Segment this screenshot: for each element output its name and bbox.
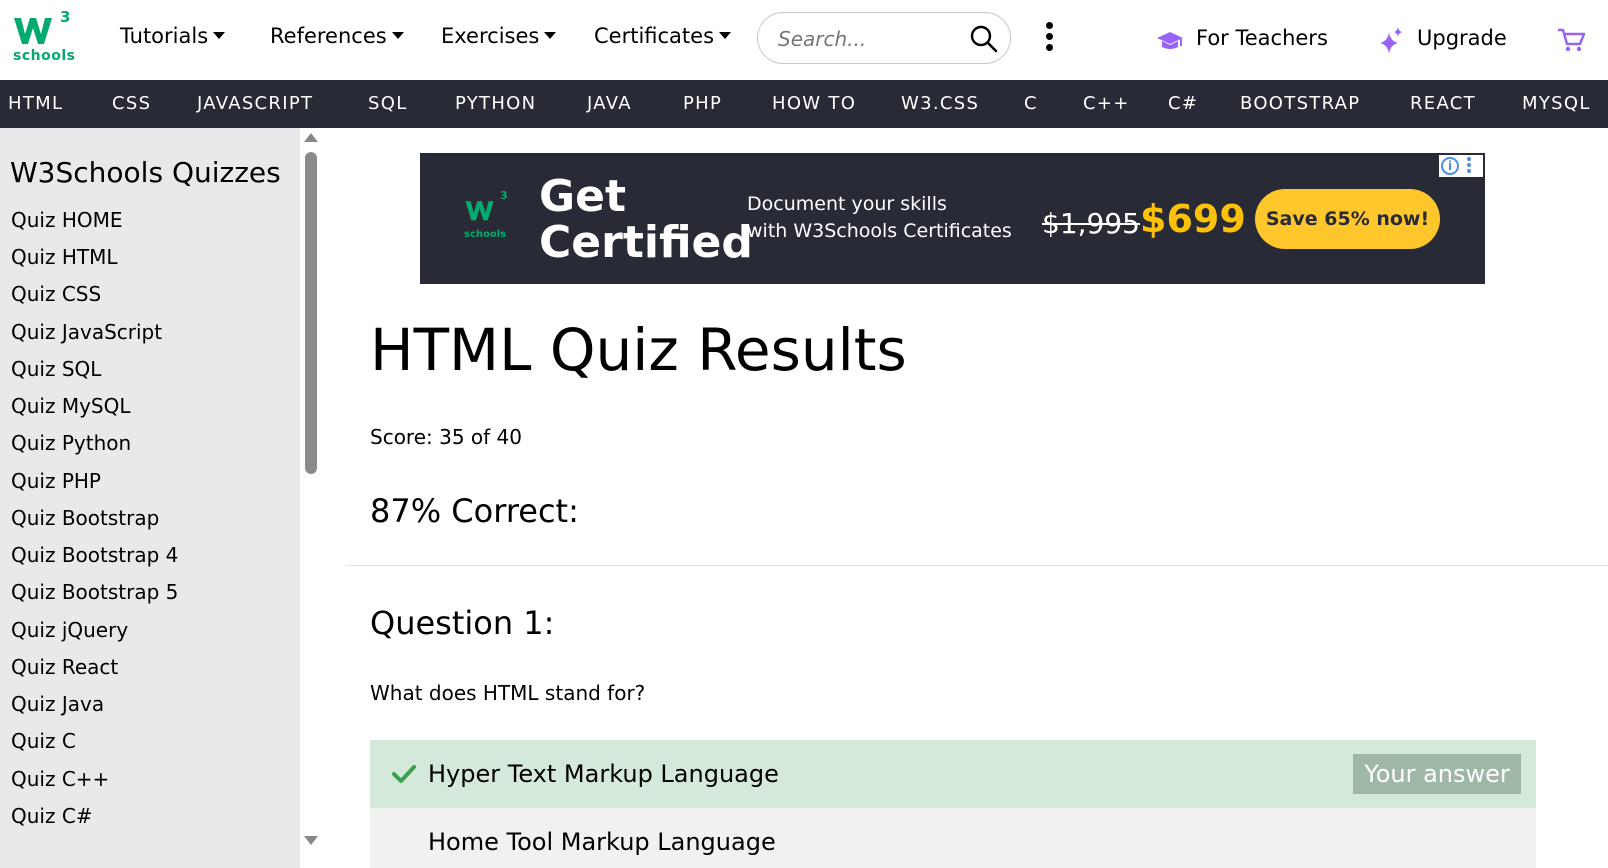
sparkle-icon xyxy=(1380,27,1402,54)
sidebar-item-quiz-cpp[interactable]: Quiz C++ xyxy=(11,767,109,791)
ad-menu-icon[interactable] xyxy=(1467,157,1473,175)
sidebar-item-quiz-css[interactable]: Quiz CSS xyxy=(11,282,101,306)
subnav-item-javascript[interactable]: JAVASCRIPT xyxy=(197,93,313,114)
subnav-item-react[interactable]: REACT xyxy=(1410,93,1476,114)
cart-icon[interactable] xyxy=(1556,26,1586,54)
search-icon[interactable] xyxy=(970,25,998,53)
certification-ad-banner[interactable]: 3 schools Get Certified Document your sk… xyxy=(420,153,1485,284)
sidebar-title: W3Schools Quizzes xyxy=(10,156,281,189)
subnav-item-cpp[interactable]: C++ xyxy=(1083,93,1130,114)
search-box xyxy=(757,12,1011,64)
sidebar-item-quiz-php[interactable]: Quiz PHP xyxy=(11,469,101,493)
caret-down-icon xyxy=(391,31,404,39)
sidebar-item-quiz-html[interactable]: Quiz HTML xyxy=(11,245,117,269)
answer-option: Home Tool Markup Language xyxy=(370,808,1536,868)
ad-old-price: $1,995 xyxy=(1042,207,1140,240)
question-text: What does HTML stand for? xyxy=(370,681,646,705)
scrollbar-thumb[interactable] xyxy=(305,152,317,474)
sidebar-item-quiz-javascript[interactable]: Quiz JavaScript xyxy=(11,320,162,344)
ad-save-button[interactable]: Save 65% now! xyxy=(1255,189,1440,249)
sidebar-item-quiz-c[interactable]: Quiz C xyxy=(11,729,76,753)
sidebar-item-quiz-sql[interactable]: Quiz SQL xyxy=(11,357,101,381)
logo-subtext: schools xyxy=(13,48,76,64)
upgrade-label: Upgrade xyxy=(1417,26,1507,50)
question-heading: Question 1: xyxy=(370,604,555,642)
subnav-item-c[interactable]: C xyxy=(1024,93,1038,114)
sidebar-scrollbar[interactable] xyxy=(300,128,322,868)
top-bar: 3 schools Tutorials References Exercises… xyxy=(0,0,1608,80)
nav-tutorials[interactable]: Tutorials xyxy=(120,24,226,48)
sidebar-item-quiz-mysql[interactable]: Quiz MySQL xyxy=(11,394,131,418)
checkmark-icon xyxy=(392,765,416,783)
subnav-item-howto[interactable]: HOW TO xyxy=(772,93,856,114)
more-options-icon[interactable] xyxy=(1040,22,1058,56)
subnav-item-html[interactable]: HTML xyxy=(8,93,63,114)
percent-correct: 87% Correct: xyxy=(370,492,579,530)
sidebar-item-quiz-java[interactable]: Quiz Java xyxy=(11,692,104,716)
sidebar-item-quiz-jquery[interactable]: Quiz jQuery xyxy=(11,618,128,642)
subnav-item-java[interactable]: JAVA xyxy=(587,93,632,114)
ad-choices[interactable]: i xyxy=(1439,155,1483,177)
sidebar-item-quiz-react[interactable]: Quiz React xyxy=(11,655,118,679)
score-text: Score: 35 of 40 xyxy=(370,425,523,449)
ad-line-2: with W3Schools Certificates xyxy=(747,220,1012,242)
ad-logo-subtext: schools xyxy=(464,229,507,240)
subnav-item-csharp[interactable]: C# xyxy=(1168,93,1198,114)
for-teachers-label: For Teachers xyxy=(1196,26,1328,50)
subnav-item-php[interactable]: PHP xyxy=(683,93,722,114)
ad-headline-1: Get xyxy=(539,171,626,222)
nav-exercises[interactable]: Exercises xyxy=(441,24,557,48)
subnav-item-python[interactable]: PYTHON xyxy=(455,93,536,114)
sidebar-item-quiz-csharp[interactable]: Quiz C# xyxy=(11,804,93,828)
caret-down-icon xyxy=(213,31,226,39)
sidebar-item-quiz-bootstrap[interactable]: Quiz Bootstrap xyxy=(11,506,159,530)
answer-text: Hyper Text Markup Language xyxy=(428,760,779,788)
subnav-item-bootstrap[interactable]: BOOTSTRAP xyxy=(1240,93,1360,114)
logo-superscript: 3 xyxy=(60,8,71,26)
search-input[interactable] xyxy=(778,25,958,53)
info-icon[interactable]: i xyxy=(1441,157,1459,175)
scroll-down-arrow-icon[interactable] xyxy=(304,836,318,845)
graduation-cap-icon xyxy=(1157,32,1183,49)
sidebar-item-quiz-bootstrap-5[interactable]: Quiz Bootstrap 5 xyxy=(11,580,178,604)
ad-logo-superscript: 3 xyxy=(500,189,508,202)
nav-tutorials-label: Tutorials xyxy=(120,24,209,48)
subnav-item-sql[interactable]: SQL xyxy=(368,93,408,114)
sidebar: W3Schools Quizzes Quiz HOME Quiz HTML Qu… xyxy=(0,128,300,868)
w3schools-logo[interactable]: 3 schools xyxy=(12,8,76,66)
nav-references[interactable]: References xyxy=(270,24,404,48)
sidebar-item-quiz-home[interactable]: Quiz HOME xyxy=(11,208,123,232)
subnav-item-mysql[interactable]: MYSQL xyxy=(1522,93,1591,114)
page-title: HTML Quiz Results xyxy=(370,316,907,384)
scroll-up-arrow-icon[interactable] xyxy=(304,133,318,142)
answer-option-correct: Hyper Text Markup Language Your answer xyxy=(370,740,1536,808)
nav-certificates-label: Certificates xyxy=(594,24,715,48)
caret-down-icon xyxy=(719,31,732,39)
subnav-item-w3css[interactable]: W3.CSS xyxy=(901,93,979,114)
sidebar-item-quiz-bootstrap-4[interactable]: Quiz Bootstrap 4 xyxy=(11,543,178,567)
ad-headline-2: Certified xyxy=(539,217,753,268)
caret-down-icon xyxy=(544,31,557,39)
ad-line-1: Document your skills xyxy=(747,193,947,215)
nav-certificates[interactable]: Certificates xyxy=(594,24,732,48)
ad-new-price: $699 xyxy=(1140,197,1246,241)
sidebar-item-quiz-python[interactable]: Quiz Python xyxy=(11,431,131,455)
subject-nav: HTML CSS JAVASCRIPT SQL PYTHON JAVA PHP … xyxy=(0,80,1608,128)
nav-exercises-label: Exercises xyxy=(441,24,540,48)
divider xyxy=(346,565,1608,566)
subnav-item-css[interactable]: CSS xyxy=(112,93,151,114)
answer-text: Home Tool Markup Language xyxy=(428,828,776,856)
your-answer-badge: Your answer xyxy=(1353,754,1521,794)
nav-references-label: References xyxy=(270,24,387,48)
